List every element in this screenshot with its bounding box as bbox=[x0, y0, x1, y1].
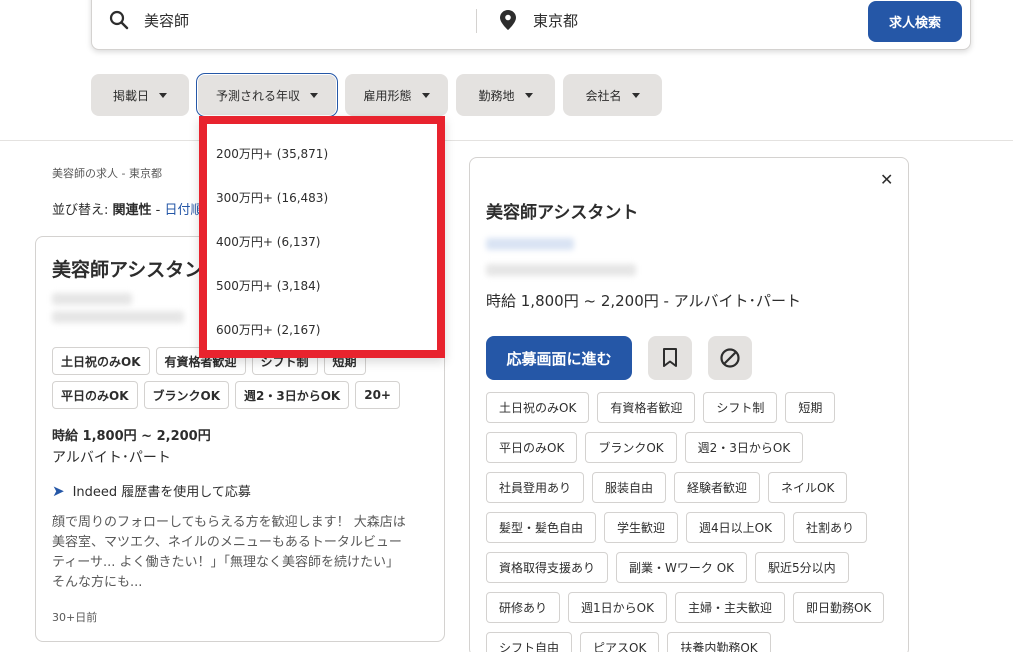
detail-title: 美容師アシスタント bbox=[486, 203, 639, 223]
salary-option-500[interactable]: 500万円+ (3,184) bbox=[216, 277, 321, 294]
sort-prefix: 並び替え: bbox=[52, 203, 113, 218]
detail-company-blurred bbox=[486, 238, 574, 250]
tag: 土日祝のみOK bbox=[486, 392, 590, 423]
tag: シフト自由 bbox=[486, 632, 573, 652]
tag: 週2・3日からOK bbox=[684, 432, 804, 463]
where-field[interactable] bbox=[497, 1, 837, 39]
sort-relevance: 関連性 bbox=[112, 203, 152, 218]
salary-option-600[interactable]: 600万円+ (2,167) bbox=[216, 321, 321, 338]
tag: 学生歓迎 bbox=[604, 512, 679, 543]
header-divider bbox=[0, 140, 1013, 141]
more-tags-badge[interactable]: 20+ bbox=[355, 381, 400, 409]
send-arrow-icon: ➤ bbox=[52, 481, 65, 500]
search-divider bbox=[476, 9, 477, 33]
filter-bar: 掲載日 予測される年収 雇用形態 勤務地 会社名 bbox=[91, 73, 662, 117]
detail-location-blurred bbox=[486, 264, 636, 276]
tag: 研修あり bbox=[486, 592, 561, 623]
detail-tags: 土日祝のみOK 有資格者歓迎 シフト制 短期 平日のみOK ブランクOK 週2・… bbox=[486, 392, 886, 652]
filter-label: 会社名 bbox=[585, 88, 622, 103]
tag: 平日のみOK bbox=[486, 432, 578, 463]
tag: ネイルOK bbox=[768, 472, 848, 503]
tag: 週2・3日からOK bbox=[235, 381, 350, 409]
job-snippet: 顔で周りのフォローしてもらえる方を歓迎します！ 大森店は美容室、マツエク、ネイル… bbox=[52, 515, 406, 590]
what-field[interactable] bbox=[108, 1, 476, 39]
filter-company[interactable]: 会社名 bbox=[563, 74, 662, 116]
sort-by-date-link[interactable]: 日付順 bbox=[165, 203, 204, 218]
easy-apply-row: ➤ Indeed 履歴書を使用して応募 bbox=[52, 481, 251, 501]
tag: 資格取得支援あり bbox=[486, 552, 609, 583]
tag: ピアスOK bbox=[580, 632, 660, 652]
tag: 平日のみOK bbox=[52, 381, 138, 409]
filter-location[interactable]: 勤務地 bbox=[456, 74, 555, 116]
filter-label: 雇用形態 bbox=[363, 88, 412, 103]
tag: 扶養内勤務OK bbox=[667, 632, 771, 652]
close-icon[interactable]: ✕ bbox=[880, 170, 893, 189]
job-salary: 時給 1,800円 ~ 2,200円 bbox=[52, 429, 211, 444]
tag: ブランクOK bbox=[585, 432, 677, 463]
bookmark-icon bbox=[663, 348, 677, 367]
filter-label: 予測される年収 bbox=[215, 88, 300, 103]
filter-label: 勤務地 bbox=[478, 88, 515, 103]
tag: 短期 bbox=[785, 392, 836, 423]
job-detail-panel: ✕ 美容師アシスタント 時給 1,800円 ~ 2,200円 - アルバイト･パ… bbox=[469, 157, 909, 652]
find-jobs-button[interactable]: 求人検索 bbox=[868, 1, 962, 42]
salary-dropdown: 200万円+ (35,871) 300万円+ (16,483) 400万円+ (… bbox=[199, 116, 445, 358]
company-name-blurred bbox=[52, 293, 132, 305]
tag: ブランクOK bbox=[143, 381, 230, 409]
location-pin-icon bbox=[497, 9, 519, 31]
filter-label: 掲載日 bbox=[112, 88, 149, 103]
apply-button[interactable]: 応募画面に進む bbox=[486, 336, 632, 380]
search-icon bbox=[108, 9, 130, 31]
caret-down-icon bbox=[421, 92, 430, 98]
salary-option-400[interactable]: 400万円+ (6,137) bbox=[216, 233, 321, 250]
tag: 即日勤務OK bbox=[792, 592, 885, 623]
save-job-button[interactable] bbox=[648, 336, 692, 380]
breadcrumb: 美容師の求人 - 東京都 bbox=[52, 167, 162, 180]
filter-date-posted[interactable]: 掲載日 bbox=[91, 74, 189, 116]
caret-down-icon bbox=[310, 92, 318, 98]
tag: 社割あり bbox=[792, 512, 867, 543]
where-input[interactable] bbox=[533, 11, 813, 29]
not-interested-button[interactable] bbox=[708, 336, 752, 380]
tag: 副業・Wワーク OK bbox=[616, 552, 748, 583]
tag: 有資格者歓迎 bbox=[597, 392, 696, 423]
tag: 駅近5分以内 bbox=[755, 552, 849, 583]
tag: 土日祝のみOK bbox=[52, 347, 150, 375]
tag: 髪型・髪色自由 bbox=[486, 512, 597, 543]
tag: 経験者歓迎 bbox=[674, 472, 761, 503]
filter-job-type[interactable]: 雇用形態 bbox=[345, 74, 448, 116]
tag: 服装自由 bbox=[592, 472, 667, 503]
caret-down-icon bbox=[631, 92, 640, 98]
tag: シフト制 bbox=[703, 392, 778, 423]
apply-text: Indeed 履歴書を使用して応募 bbox=[72, 485, 251, 500]
caret-down-icon bbox=[524, 92, 533, 98]
tag: 週4日以上OK bbox=[686, 512, 785, 543]
job-type: アルバイト･パート bbox=[52, 450, 171, 466]
tag: 主婦・主夫歓迎 bbox=[674, 592, 785, 623]
location-blurred bbox=[52, 311, 184, 323]
tag: 週1日からOK bbox=[568, 592, 667, 623]
block-icon bbox=[720, 348, 740, 368]
what-input[interactable] bbox=[144, 11, 424, 29]
filter-salary[interactable]: 予測される年収 bbox=[196, 73, 338, 117]
posted-date: 30+日前 bbox=[52, 611, 98, 624]
caret-down-icon bbox=[159, 92, 167, 98]
tag: 社員登用あり bbox=[486, 472, 585, 503]
search-bar: 求人検索 bbox=[91, 0, 971, 50]
job-title[interactable]: 美容師アシスタント bbox=[52, 255, 222, 282]
salary-option-200[interactable]: 200万円+ (35,871) bbox=[216, 145, 328, 162]
sort-separator: - bbox=[151, 203, 165, 218]
detail-salary-type: 時給 1,800円 ~ 2,200円 - アルバイト･パート bbox=[486, 292, 802, 310]
sort-row: 並び替え: 関連性 - 日付順 bbox=[52, 199, 204, 218]
salary-option-300[interactable]: 300万円+ (16,483) bbox=[216, 189, 328, 206]
